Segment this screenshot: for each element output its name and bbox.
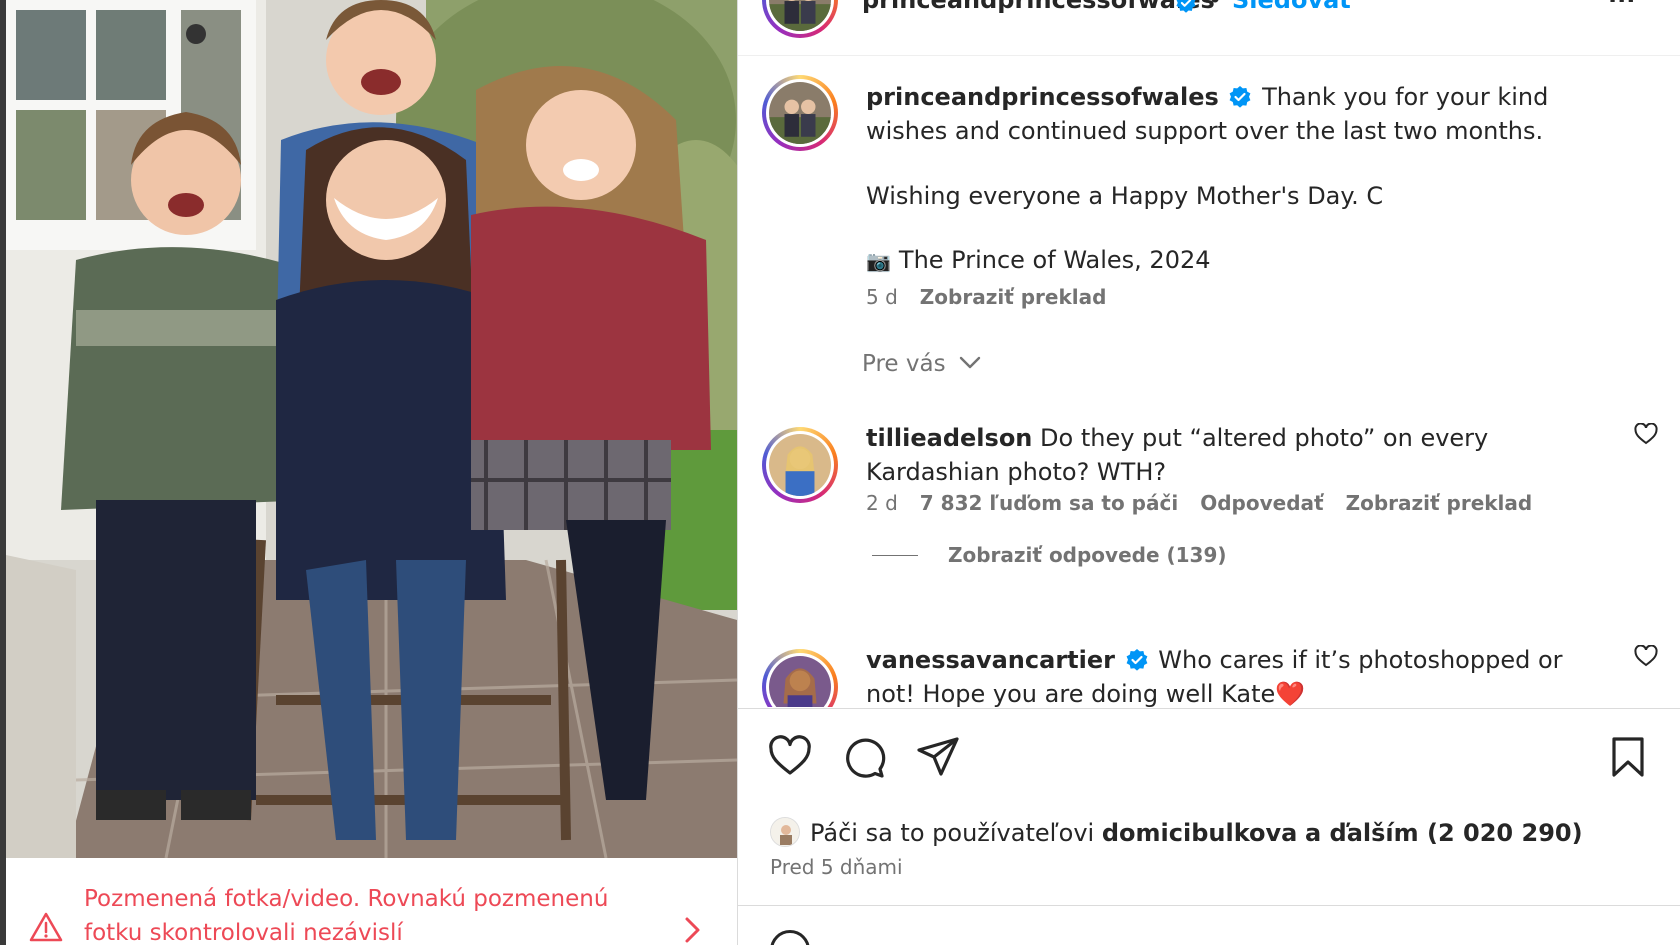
avatar-image [771, 818, 799, 846]
caption-line-2: Wishing everyone a Happy Mother's Day. C [866, 182, 1384, 210]
comment-username[interactable]: tillieadelson [866, 424, 1032, 452]
avatar-image [769, 82, 831, 144]
replies-line [872, 555, 918, 556]
view-replies-label: Zobraziť odpovede (139) [948, 543, 1227, 567]
header-avatar[interactable] [762, 0, 838, 38]
camera-emoji-icon: 📷 [866, 249, 891, 273]
post-photo[interactable] [6, 0, 737, 858]
avatar-image [769, 0, 831, 31]
likes-count[interactable]: a ďalším (2 020 290) [1305, 819, 1583, 847]
chevron-down-icon [959, 356, 981, 369]
filter-label: Pre vás [862, 351, 946, 377]
post-details-panel: princeandprincessofwales • Sledovať ··· [737, 0, 1680, 945]
comments-section[interactable]: princeandprincessofwales Thank you for y… [738, 57, 1680, 707]
commenter-avatar[interactable] [762, 649, 838, 707]
header-separator: • [1208, 0, 1223, 14]
more-options-button[interactable]: ··· [1608, 0, 1635, 14]
share-icon[interactable] [916, 735, 960, 779]
caption-translate-link[interactable]: Zobraziť preklad [920, 285, 1107, 309]
caption-username[interactable]: princeandprincessofwales [866, 83, 1219, 111]
post-timestamp: Pred 5 dňami [770, 855, 903, 879]
comment-meta: 2 d 7 832 ľuďom sa to páči Odpovedať Zobraz… [866, 491, 1554, 515]
add-comment-bar[interactable] [738, 905, 1680, 945]
comment-text: tillieadelson Do they put “altered photo… [866, 421, 1606, 489]
comment-translate-link[interactable]: Zobraziť preklad [1346, 491, 1533, 515]
bookmark-icon[interactable] [1606, 735, 1650, 779]
comment-username[interactable]: vanessavancartier [866, 646, 1115, 674]
warning-triangle-icon [29, 912, 63, 942]
commenter-avatar[interactable] [762, 427, 838, 503]
small-heart-icon[interactable] [1634, 645, 1658, 667]
emoji-icon[interactable] [770, 930, 810, 945]
view-replies-button[interactable]: Zobraziť odpovede (139) [948, 543, 1249, 567]
liker-avatar[interactable] [770, 817, 800, 847]
header-username[interactable]: princeandprincessofwales [862, 0, 1215, 14]
reply-button[interactable]: Odpovedať [1200, 491, 1323, 515]
comment-like-count[interactable]: 7 832 ľuďom sa to páči [920, 491, 1178, 515]
small-heart-icon[interactable] [1634, 423, 1658, 445]
comment-icon[interactable] [842, 735, 886, 779]
caption-text: princeandprincessofwales Thank you for y… [866, 80, 1606, 148]
follow-button[interactable]: Sledovať [1232, 0, 1351, 14]
verified-badge-icon [1176, 0, 1196, 13]
caption-meta: 5 d Zobraziť preklad [866, 285, 1128, 309]
heart-icon[interactable] [768, 735, 812, 779]
likes-prefix: Páči sa to používateľovi [810, 819, 1095, 847]
comment-text: vanessavancartier Who cares if it’s phot… [866, 643, 1606, 707]
likes-summary: Páči sa to používateľovi domicibulkova a… [770, 817, 1583, 847]
verified-badge-icon [1230, 86, 1251, 108]
caption-avatar[interactable] [762, 75, 838, 151]
avatar-image [769, 434, 831, 496]
post-actions: Páči sa to používateľovi domicibulkova a… [738, 708, 1680, 945]
avatar-image [769, 656, 831, 707]
verified-badge-icon [1126, 649, 1148, 671]
photo-credit: The Prince of Wales, 2024 [898, 246, 1211, 274]
comment-sort-filter[interactable]: Pre vás [862, 351, 981, 377]
family-photo-illustration [6, 0, 737, 858]
altered-photo-warning[interactable]: Pozmenená fotka/video. Rovnakú pozmenenú… [6, 858, 737, 945]
comment-age: 2 d [866, 491, 898, 515]
liker-username[interactable]: domicibulkova [1102, 819, 1298, 847]
caption-age: 5 d [866, 285, 898, 309]
post-header: princeandprincessofwales • Sledovať ··· [738, 0, 1680, 56]
post-media: Pozmenená fotka/video. Rovnakú pozmenenú… [0, 0, 737, 945]
warning-text: Pozmenená fotka/video. Rovnakú pozmenenú… [84, 886, 609, 945]
caption-credit: 📷 The Prince of Wales, 2024 [866, 243, 1606, 278]
chevron-right-icon[interactable] [682, 916, 702, 944]
